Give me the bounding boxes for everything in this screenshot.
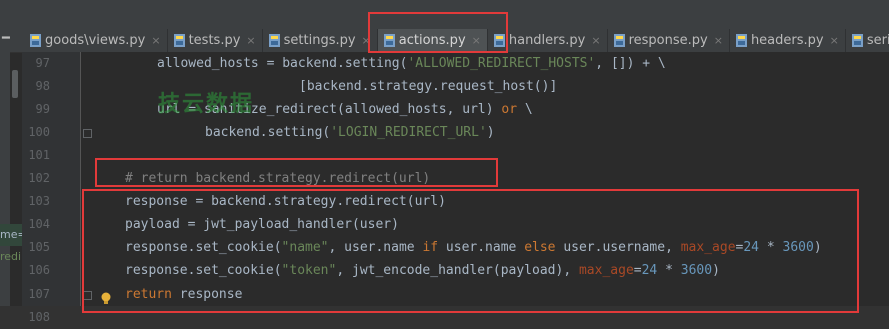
- highlight-box-active-tab: [368, 12, 508, 53]
- python-file-icon: [30, 34, 41, 47]
- line-number: 97: [35, 56, 50, 70]
- highlight-box-code-block: [82, 189, 859, 313]
- line-number: 98: [35, 79, 50, 93]
- tab-label: goods\views.py: [45, 33, 146, 48]
- line-number: 103: [28, 194, 50, 208]
- tab-tests[interactable]: tests.py ×: [168, 29, 263, 52]
- highlight-box-comment: [95, 158, 498, 187]
- close-icon[interactable]: ×: [714, 34, 723, 47]
- tab-label: settings.py: [283, 33, 356, 48]
- tab-scroll-left-icon[interactable]: ━: [2, 31, 20, 49]
- python-file-icon: [173, 34, 185, 47]
- close-icon[interactable]: ×: [591, 34, 600, 47]
- tab-label: headers.py: [750, 33, 824, 48]
- line-number: 102: [28, 171, 50, 185]
- line-number: 105: [28, 240, 50, 254]
- tab-response[interactable]: response.py ×: [608, 29, 730, 52]
- close-icon[interactable]: ×: [246, 34, 255, 47]
- line-number: 104: [28, 217, 50, 231]
- tab-goods-views[interactable]: goods\views.py ×: [24, 29, 168, 52]
- python-file-icon: [268, 34, 280, 47]
- code-line: 99 url = sanitize_redirect(allowed_hosts…: [0, 98, 889, 121]
- tab-headers[interactable]: headers.py ×: [730, 29, 846, 52]
- line-number: 101: [28, 148, 50, 162]
- tab-label: handlers.py: [508, 33, 586, 48]
- code-line: 97 allowed_hosts = backend.setting('ALLO…: [0, 52, 889, 75]
- watermark-text: 技云数据: [158, 92, 255, 117]
- code-line: 100 backend.setting('LOGIN_REDIRECT_URL'…: [0, 121, 889, 144]
- close-icon[interactable]: ×: [830, 34, 839, 47]
- close-icon[interactable]: ×: [151, 34, 160, 47]
- fold-marker-icon[interactable]: [83, 129, 92, 138]
- tab-serial[interactable]: serial: [846, 29, 889, 52]
- python-file-icon: [613, 34, 625, 47]
- python-file-icon: [735, 34, 747, 47]
- code-text[interactable]: allowed_hosts = backend.setting('ALLOWED…: [157, 52, 666, 75]
- python-file-icon: [851, 34, 863, 47]
- tab-label: response.py: [628, 33, 708, 48]
- code-text[interactable]: [backend.strategy.request_host()]: [299, 75, 557, 98]
- line-number: 108: [28, 310, 50, 324]
- line-number: 107: [28, 287, 50, 301]
- tab-label: serial: [866, 33, 889, 48]
- code-text[interactable]: backend.setting('LOGIN_REDIRECT_URL'): [205, 121, 495, 144]
- tab-label: tests.py: [188, 33, 241, 48]
- line-number: 100: [28, 125, 50, 139]
- line-number: 106: [28, 263, 50, 277]
- line-number: 99: [35, 102, 50, 116]
- code-line: 98 [backend.strategy.request_host()]: [0, 75, 889, 98]
- tab-settings[interactable]: settings.py ×: [263, 29, 378, 52]
